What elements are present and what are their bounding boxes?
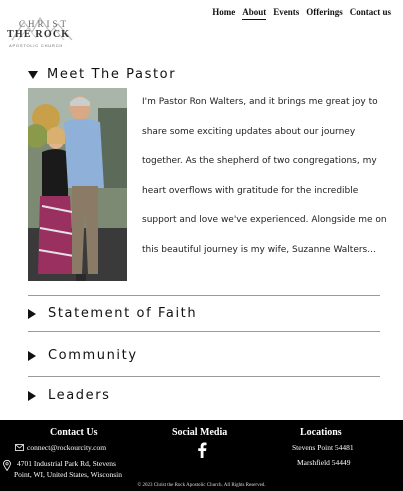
divider [28,295,380,296]
footer-social-title: Social Media [172,427,228,438]
footer-location-item: Stevens Point 54481 [292,443,354,452]
triangle-right-icon [28,390,36,401]
footer-copyright: © 2023 Christ the Rock Apostolic Church.… [137,483,266,488]
main-nav: Home About Events Offerings Contact us [212,7,391,20]
section-title-leaders: Leaders [48,388,111,403]
bio-line: this beautiful journey is my wife, Suzan… [142,244,376,255]
triangle-right-icon [28,308,36,319]
section-title-statement-of-faith: Statement of Faith [48,306,198,321]
nav-events[interactable]: Events [273,7,299,20]
section-leaders[interactable]: Leaders [28,388,380,403]
church-logo[interactable]: CHRIST THE ROCK APOSTOLIC CHURCH [6,12,80,52]
pastor-photo [28,88,127,281]
logo-line-the-rock: THE ROCK [7,29,71,40]
pastor-bio: I'm Pastor Ron Walters, and it brings me… [142,88,387,265]
divider [28,376,380,377]
logo-line-christ: CHRIST [19,19,70,29]
section-statement-of-faith[interactable]: Statement of Faith [28,306,380,321]
facebook-icon[interactable] [197,442,207,458]
section-title-community: Community [48,348,138,363]
nav-about[interactable]: About [242,7,267,20]
nav-contact-us[interactable]: Contact us [350,7,391,20]
bio-line: support and love we've experienced. Alon… [142,215,387,225]
bio-line: I'm Pastor Ron Walters, and it brings me… [142,97,378,107]
site-header: CHRIST THE ROCK APOSTOLIC CHURCH Home Ab… [0,0,403,60]
section-meet-the-pastor[interactable]: Meet The Pastor [28,67,380,82]
map-pin-icon [3,460,11,471]
footer-address-line2: Point, WI, United States, Wisconsin [14,470,122,479]
section-community[interactable]: Community [28,348,380,363]
bio-line: heart overflows with gratitude for the i… [142,185,359,196]
site-footer: Contact Us connect@rockourcity.com 4701 … [0,420,403,491]
footer-location-item: Marshfield 54449 [297,458,351,467]
bio-line: together. As the shepherd of two congreg… [142,156,377,166]
footer-email-link[interactable]: connect@rockourcity.com [27,442,106,453]
bio-line: share some exciting updates about our jo… [142,126,356,137]
section-title-meet-the-pastor: Meet The Pastor [47,67,177,82]
triangle-down-icon [28,70,38,79]
envelope-icon [15,444,24,451]
nav-home[interactable]: Home [212,7,235,20]
nav-offerings[interactable]: Offerings [306,7,343,20]
footer-address-line1: 4701 Industrial Park Rd, Stevens [17,459,116,468]
logo-line-apostolic-church: APOSTOLIC CHURCH [9,43,64,48]
triangle-right-icon [28,350,36,361]
footer-contact-title: Contact Us [50,427,98,438]
divider [28,331,380,332]
footer-locations-title: Locations [300,427,342,438]
